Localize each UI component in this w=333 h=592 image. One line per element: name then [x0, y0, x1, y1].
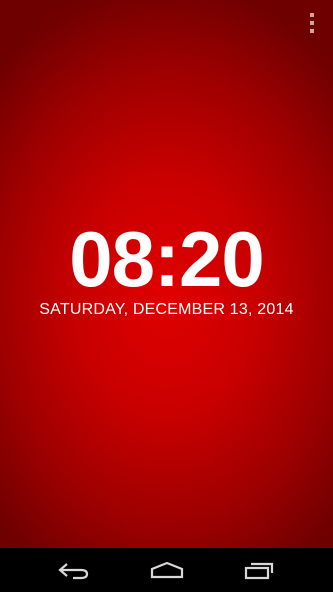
back-icon: [58, 563, 89, 580]
clock-date: SATURDAY, DECEMBER 13, 2014: [39, 301, 294, 318]
navigation-bar: [0, 548, 333, 592]
home-button[interactable]: [145, 556, 189, 584]
recents-button[interactable]: [237, 556, 281, 584]
menu-dot: [310, 13, 314, 17]
recents-icon: [244, 562, 274, 580]
back-button[interactable]: [52, 556, 96, 584]
clock-time: 08:20: [69, 215, 265, 303]
more-vert-icon[interactable]: [305, 11, 319, 35]
home-icon: [150, 561, 184, 579]
menu-dot: [310, 29, 314, 33]
clock-app-background[interactable]: 08:20 SATURDAY, DECEMBER 13, 2014: [0, 0, 333, 548]
menu-dot: [310, 21, 314, 25]
screen: 08:20 SATURDAY, DECEMBER 13, 2014: [0, 0, 333, 592]
